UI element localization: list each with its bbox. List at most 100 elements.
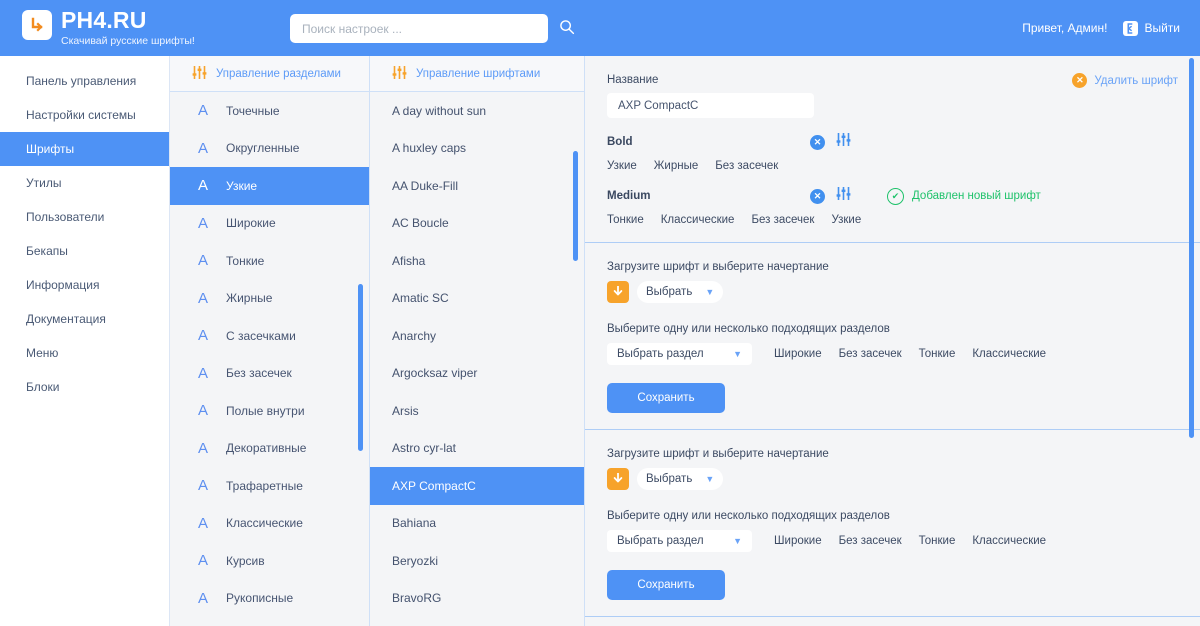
sidebar-item-5[interactable]: Бекапы [0,234,169,268]
brand[interactable]: PH4.RU Скачивай русские шрифты! [0,8,195,48]
sidebar-item-6[interactable]: Информация [0,268,169,302]
section-item[interactable]: A Тонкие [170,242,369,280]
status-badge: ✔ Добавлен новый шрифт [887,187,1041,205]
style-tag: Узкие [831,214,862,226]
section-item[interactable]: A Декоративные [170,430,369,468]
editor-scrollbar[interactable] [1189,58,1194,438]
sidebar-item-3[interactable]: Утилы [0,166,169,200]
section-tag[interactable]: Без засечек [839,535,902,547]
style-actions: ✕ [810,187,851,205]
font-item[interactable]: Afisha [370,242,584,280]
section-item[interactable]: A Точечные [170,92,369,130]
save-button[interactable]: Сохранить [607,383,725,413]
add-style-button[interactable]: + Добавить начертание [585,617,1200,626]
section-item[interactable]: A Без засечек [170,355,369,393]
section-tag[interactable]: Классические [972,535,1046,547]
app-root: PH4.RU Скачивай русские шрифты! Привет, … [0,0,1200,626]
sidebar-item-0[interactable]: Панель управления [0,64,169,98]
font-item[interactable]: Amatic SC [370,280,584,318]
logo-title: PH4.RU [61,7,147,33]
save-button[interactable]: Сохранить [607,570,725,600]
fonts-list: A day without sun A huxley caps AA Duke-Fi… [370,92,584,626]
section-tag[interactable]: Тонкие [919,348,956,360]
close-circle-icon[interactable]: ✕ [810,188,825,204]
section-item-label: Широкие [226,216,276,231]
fonts-scrollbar[interactable] [573,151,578,261]
upload-file-button[interactable] [607,281,629,303]
upload-panel: Загрузите шрифт и выберите начертание Вы… [585,243,1200,430]
sections-column-title: Управление разделами [216,67,341,80]
section-tag[interactable]: Тонкие [919,535,956,547]
section-item[interactable]: A Курсив [170,542,369,580]
section-item[interactable]: A Классические [170,505,369,543]
logout-button[interactable]: Выйти [1123,20,1180,36]
section-item-label: С засечками [226,328,296,343]
upload-file-button[interactable] [607,468,629,490]
font-name-input[interactable] [607,93,814,118]
sliders-icon[interactable] [836,133,851,151]
search-button[interactable] [552,14,582,43]
section-tag[interactable]: Широкие [774,348,822,360]
sections-column-header[interactable]: Управление разделами [170,56,369,92]
section-select[interactable]: Выбрать раздел ▼ [607,530,752,552]
section-item-label: Классические [226,516,303,531]
section-item[interactable]: A Рукописные [170,580,369,618]
sidebar-item-9[interactable]: Блоки [0,370,169,404]
section-item-label: Жирные [226,291,273,306]
greeting-text: Привет, Админ! [1022,21,1108,35]
close-circle-icon[interactable]: ✕ [810,134,825,150]
section-item[interactable]: A С засечками [170,317,369,355]
style-row: Bold ✕ [607,133,1178,151]
section-tag[interactable]: Широкие [774,535,822,547]
section-item[interactable]: A Округленные [170,130,369,168]
sidebar-item-1[interactable]: Настройки системы [0,98,169,132]
letter-glyph-icon: A [197,589,208,607]
sections-select-row: Выбрать раздел ▼ Широкие Без засечек Тонки… [607,343,1178,365]
font-item[interactable]: Arsis [370,392,584,430]
sliders-icon[interactable] [836,187,851,205]
sections-scrollbar[interactable] [358,284,363,451]
section-item-label: Точечные [226,103,280,118]
style-select[interactable]: Выбрать ▼ [637,468,724,490]
check-circle-icon: ✔ [887,187,904,205]
section-tag[interactable]: Классические [972,348,1046,360]
font-item[interactable]: Anarchy [370,317,584,355]
upload-label: Загрузите шрифт и выберите начертание [607,261,829,273]
font-item[interactable]: AA Duke-Fill [370,167,584,205]
section-item[interactable]: ЋНациональные [170,617,369,626]
section-item[interactable]: A Полые внутри [170,392,369,430]
style-select[interactable]: Выбрать ▼ [637,281,724,303]
section-item[interactable]: A Узкие [170,167,369,205]
section-item[interactable]: A Трафаретные [170,467,369,505]
sidebar-item-8[interactable]: Меню [0,336,169,370]
upload-row: Выбрать ▼ [607,468,1178,490]
font-item[interactable]: Astro cyr-lat [370,430,584,468]
section-tag[interactable]: Без засечек [839,348,902,360]
section-item[interactable]: A Жирные [170,280,369,318]
section-item[interactable]: A Широкие [170,205,369,243]
font-item[interactable]: AC Boucle [370,205,584,243]
app-body: Панель управления Настройки системы Шрифты… [0,56,1200,626]
font-item[interactable]: A day without sun [370,92,584,130]
font-item[interactable]: Argocksaz viper [370,355,584,393]
sidebar-item-7[interactable]: Документация [0,302,169,336]
chevron-down-icon: ▼ [705,286,715,297]
style-name: Bold [607,136,633,148]
section-item-label: Декоративные [226,441,307,456]
style-tags: Узкие Жирные Без засечек [607,160,1178,172]
sidebar-item-2[interactable]: Шрифты [0,132,169,166]
font-item[interactable]: Bahiana [370,505,584,543]
fonts-column-header[interactable]: Управление шрифтами [370,56,584,92]
letter-glyph-icon: A [197,552,208,570]
letter-glyph-icon: A [197,139,208,157]
font-item[interactable]: AXP CompactC [370,467,584,505]
font-item[interactable]: Beryozki [370,542,584,580]
editor-panel: Название ✕ Удалить шрифт Bold ✕ [585,56,1200,626]
font-item[interactable]: A huxley caps [370,130,584,168]
sidebar-item-4[interactable]: Пользователи [0,200,169,234]
section-select[interactable]: Выбрать раздел ▼ [607,343,752,365]
font-item[interactable]: BravoRG [370,580,584,618]
font-info-panel: Название ✕ Удалить шрифт Bold ✕ [585,56,1200,243]
search-input[interactable] [290,14,548,43]
delete-font-button[interactable]: ✕ Удалить шрифт [1072,73,1178,88]
